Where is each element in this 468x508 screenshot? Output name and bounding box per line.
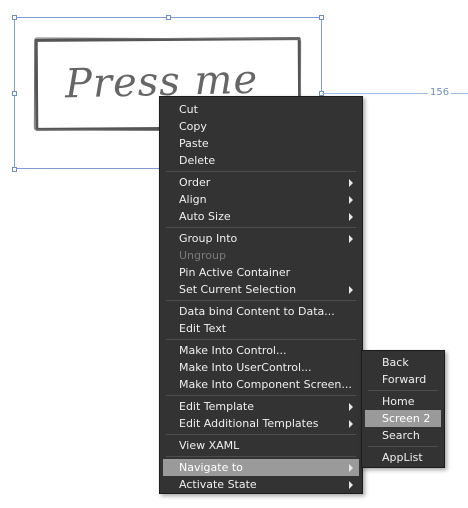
menu-item-label: Make Into Component Screen... xyxy=(179,378,352,391)
resize-handle-top-right[interactable] xyxy=(319,15,324,20)
menu-item-paste[interactable]: Paste xyxy=(163,135,359,152)
submenu-arrow-icon xyxy=(349,403,353,411)
menu-item-label: Ungroup xyxy=(179,249,226,262)
submenu-item-label: Home xyxy=(382,395,415,408)
menu-item-label: Auto Size xyxy=(179,210,231,223)
menu-separator xyxy=(166,300,356,301)
submenu-item-label: Forward xyxy=(382,373,427,386)
menu-item-label: Navigate to xyxy=(179,461,243,474)
menu-item-navigate-to[interactable]: Navigate to xyxy=(163,459,359,476)
submenu-item-label: Back xyxy=(382,356,409,369)
menu-separator xyxy=(166,171,356,172)
menu-separator xyxy=(166,339,356,340)
submenu-item-label: Screen 2 xyxy=(382,412,431,425)
menu-item-copy[interactable]: Copy xyxy=(163,118,359,135)
menu-item-label: Order xyxy=(179,176,211,189)
submenu-arrow-icon xyxy=(349,481,353,489)
resize-handle-top-left[interactable] xyxy=(12,15,17,20)
menu-item-label: Paste xyxy=(179,137,209,150)
resize-handle-left[interactable] xyxy=(12,91,17,96)
menu-item-edit-additional-templates[interactable]: Edit Additional Templates xyxy=(163,415,359,432)
menu-item-cut[interactable]: Cut xyxy=(163,101,359,118)
submenu-item-forward[interactable]: Forward xyxy=(365,371,441,388)
menu-item-activate-state[interactable]: Activate State xyxy=(163,476,359,493)
menu-separator xyxy=(368,446,438,447)
menu-item-label: Edit Additional Templates xyxy=(179,417,319,430)
menu-item-view-xaml[interactable]: View XAML xyxy=(163,437,359,454)
menu-item-label: Group Into xyxy=(179,232,238,245)
menu-separator xyxy=(166,434,356,435)
menu-item-label: Delete xyxy=(179,154,216,167)
submenu-arrow-icon xyxy=(349,420,353,428)
submenu-item-search[interactable]: Search xyxy=(365,427,441,444)
menu-separator xyxy=(368,390,438,391)
menu-item-make-into-usercontrol[interactable]: Make Into UserControl... xyxy=(163,359,359,376)
menu-item-make-into-control[interactable]: Make Into Control... xyxy=(163,342,359,359)
submenu-arrow-icon xyxy=(349,464,353,472)
resize-handle-top[interactable] xyxy=(166,15,171,20)
submenu-arrow-icon xyxy=(349,235,353,243)
menu-item-label: Cut xyxy=(179,103,198,116)
menu-item-label: Copy xyxy=(179,120,207,133)
menu-separator xyxy=(166,395,356,396)
menu-item-align[interactable]: Align xyxy=(163,191,359,208)
menu-item-label: Edit Text xyxy=(179,322,227,335)
menu-item-edit-template[interactable]: Edit Template xyxy=(163,398,359,415)
menu-item-label: Pin Active Container xyxy=(179,266,291,279)
menu-item-order[interactable]: Order xyxy=(163,174,359,191)
submenu-item-applist[interactable]: AppList xyxy=(365,449,441,466)
submenu-arrow-icon xyxy=(349,179,353,187)
menu-separator xyxy=(166,227,356,228)
menu-item-pin-active-container[interactable]: Pin Active Container xyxy=(163,264,359,281)
submenu-item-label: Search xyxy=(382,429,420,442)
menu-item-label: Edit Template xyxy=(179,400,254,413)
submenu-arrow-icon xyxy=(349,286,353,294)
measurement-value: 156 xyxy=(428,87,452,98)
menu-item-label: View XAML xyxy=(179,439,240,452)
menu-item-data-bind-content[interactable]: Data bind Content to Data... xyxy=(163,303,359,320)
menu-item-delete[interactable]: Delete xyxy=(163,152,359,169)
submenu-item-home[interactable]: Home xyxy=(365,393,441,410)
submenu-arrow-icon xyxy=(349,213,353,221)
menu-item-set-current-selection[interactable]: Set Current Selection xyxy=(163,281,359,298)
menu-item-auto-size[interactable]: Auto Size xyxy=(163,208,359,225)
menu-item-group-into[interactable]: Group Into xyxy=(163,230,359,247)
menu-item-label: Make Into UserControl... xyxy=(179,361,312,374)
context-menu: Cut Copy Paste Delete Order Align Auto S… xyxy=(159,96,363,494)
submenu-item-back[interactable]: Back xyxy=(365,354,441,371)
submenu-item-label: AppList xyxy=(382,451,423,464)
menu-item-label: Activate State xyxy=(179,478,257,491)
menu-item-make-into-component-screen[interactable]: Make Into Component Screen... xyxy=(163,376,359,393)
menu-item-label: Data bind Content to Data... xyxy=(179,305,335,318)
menu-item-label: Set Current Selection xyxy=(179,283,297,296)
resize-handle-bottom-left[interactable] xyxy=(12,167,17,172)
menu-separator xyxy=(166,456,356,457)
navigate-submenu: Back Forward Home Screen 2 Search AppLis… xyxy=(361,350,445,468)
menu-item-ungroup: Ungroup xyxy=(163,247,359,264)
submenu-arrow-icon xyxy=(349,196,353,204)
menu-item-label: Align xyxy=(179,193,207,206)
menu-item-edit-text[interactable]: Edit Text xyxy=(163,320,359,337)
menu-item-label: Make Into Control... xyxy=(179,344,287,357)
submenu-item-screen-2[interactable]: Screen 2 xyxy=(365,410,441,427)
